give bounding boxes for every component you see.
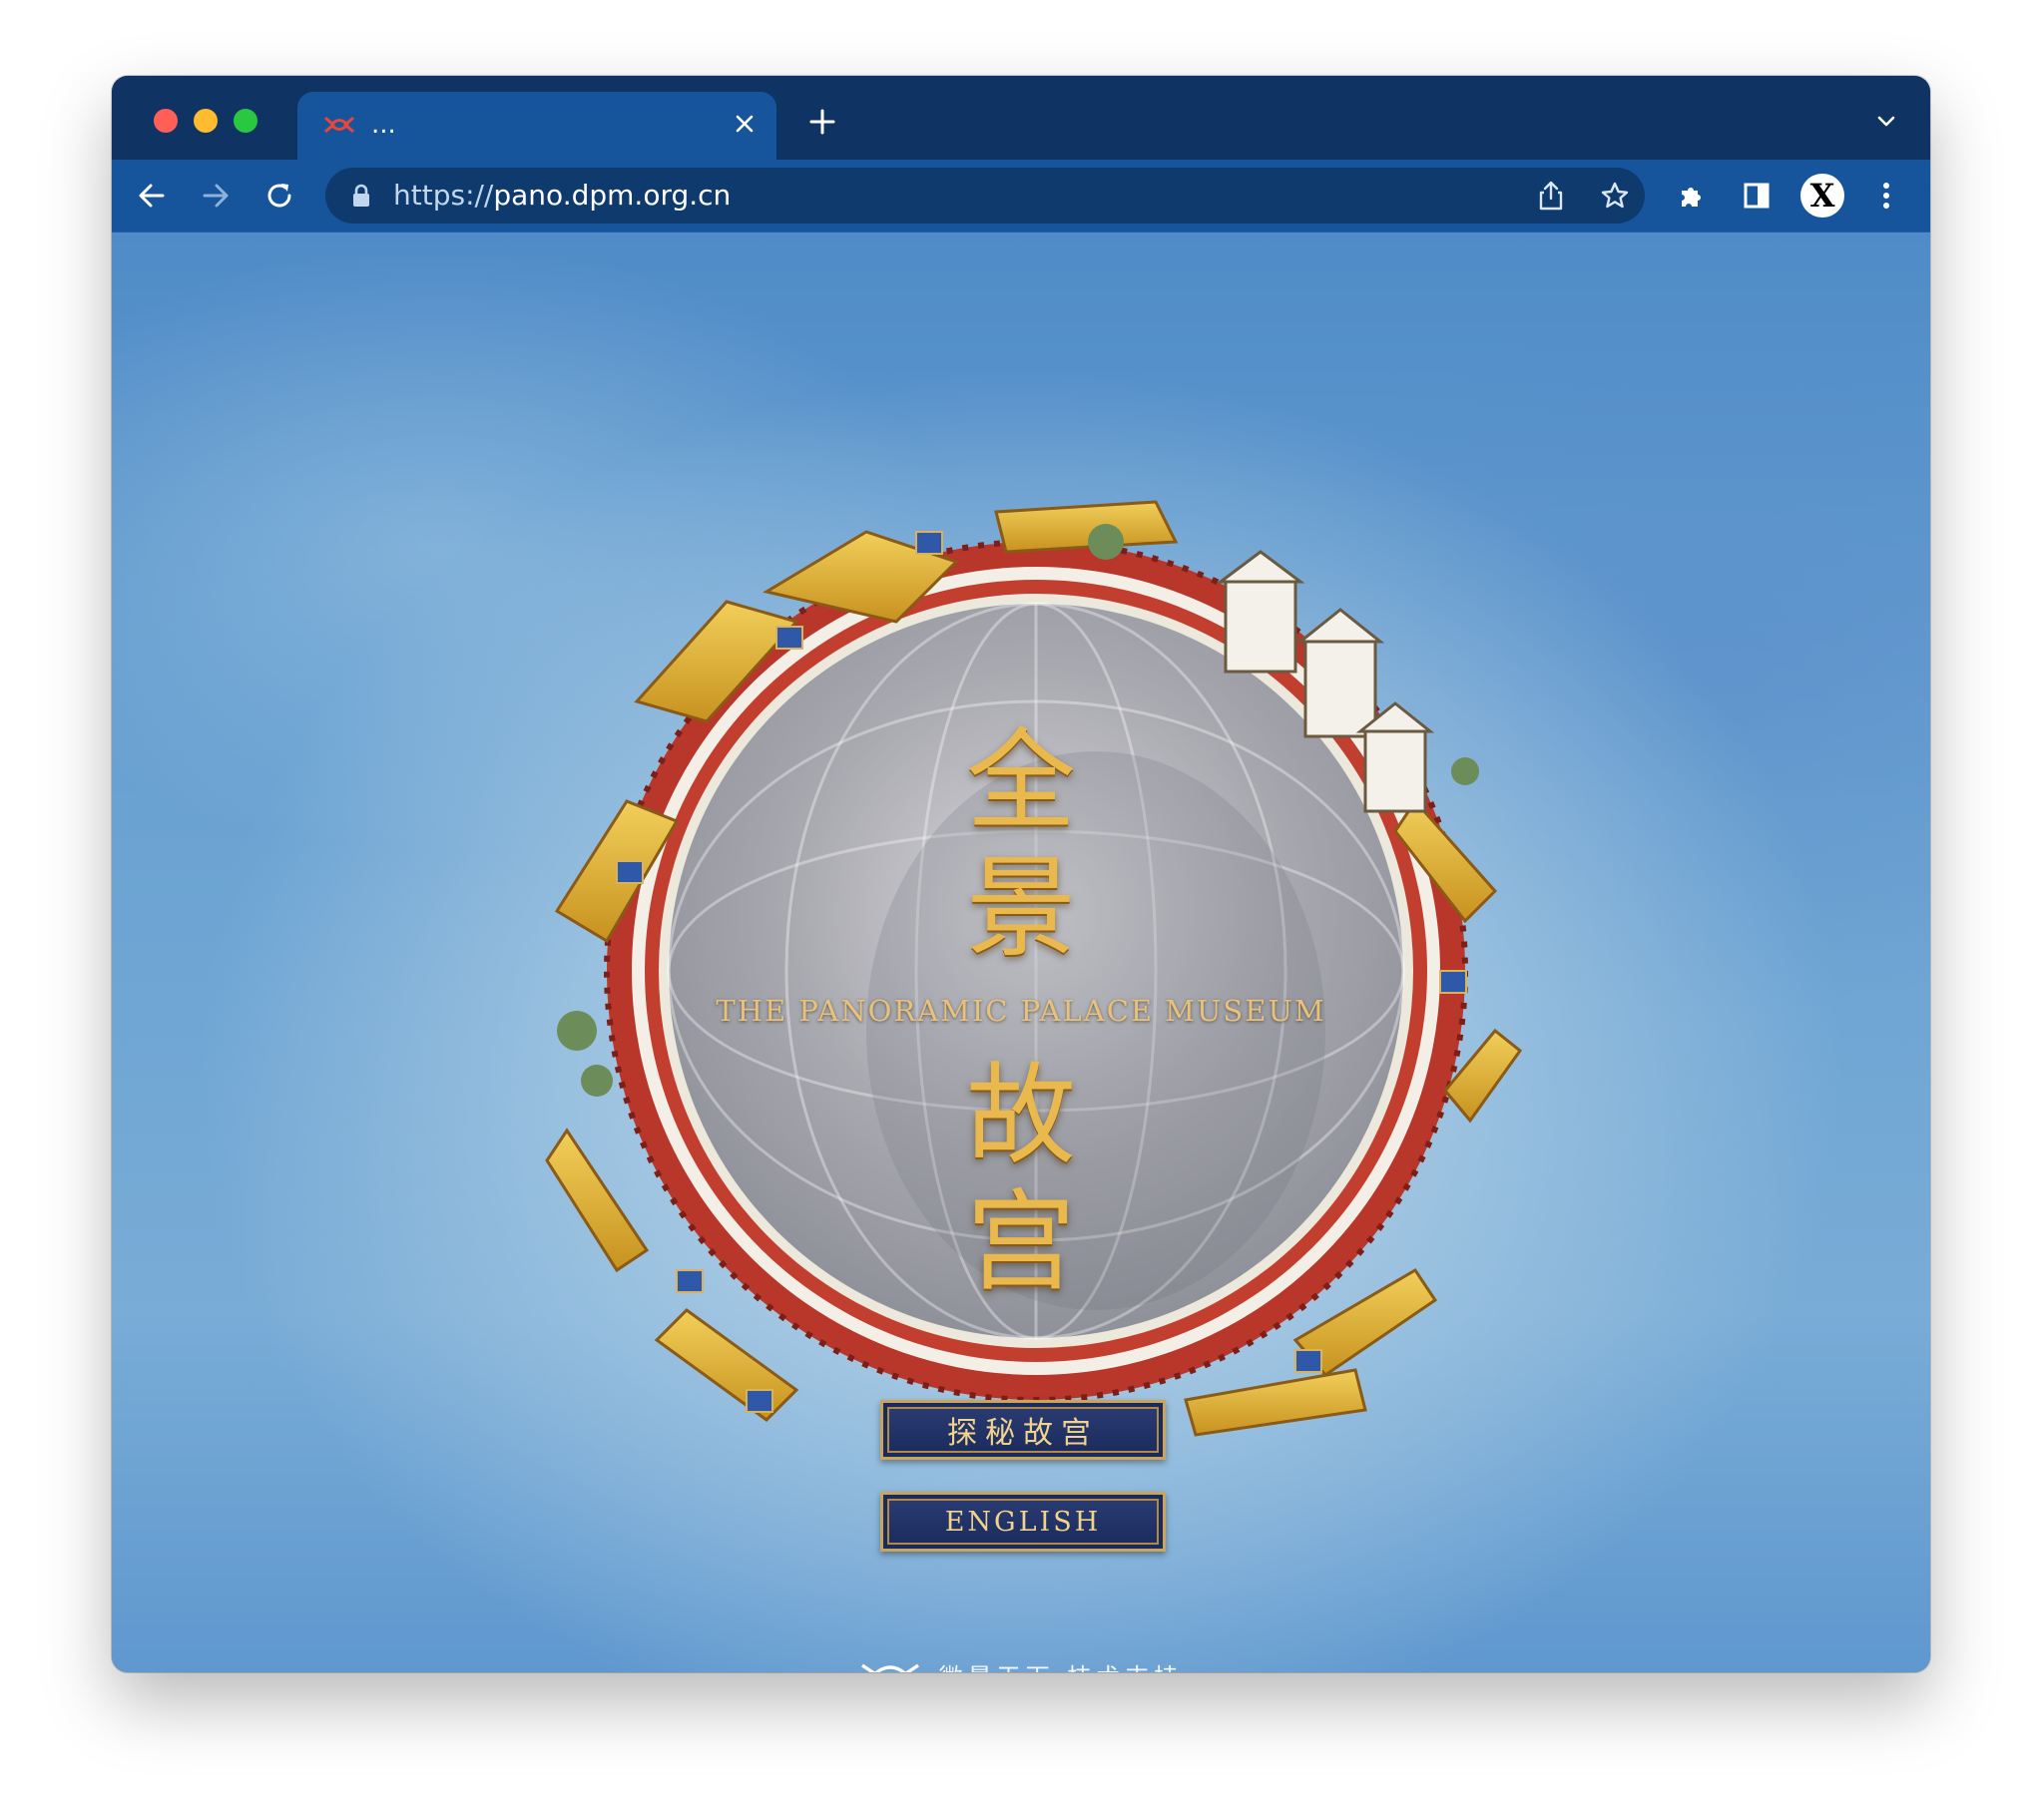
minimize-window-button[interactable] bbox=[194, 109, 218, 133]
tab-search-button[interactable] bbox=[1870, 106, 1902, 138]
page-content: 全 景 THE PANORAMIC PALACE MUSEUM 故 宫 探秘故宫… bbox=[112, 232, 1930, 1672]
title-char-4: 宫 bbox=[966, 1178, 1076, 1306]
close-icon bbox=[736, 115, 754, 133]
extensions-button[interactable] bbox=[1669, 172, 1717, 220]
tab-title: ... bbox=[371, 110, 396, 140]
forward-button[interactable] bbox=[192, 172, 240, 220]
title-char-3: 故 bbox=[966, 1052, 1076, 1179]
title-char-2: 景 bbox=[966, 844, 1076, 972]
profile-avatar[interactable]: X bbox=[1800, 174, 1844, 218]
close-window-button[interactable] bbox=[154, 109, 178, 133]
url-host: pano.dpm.org.cn bbox=[493, 179, 732, 212]
kebab-menu-icon bbox=[1883, 183, 1889, 209]
browser-toolbar: https://pano.dpm.org.cn X bbox=[112, 160, 1930, 232]
lock-icon bbox=[353, 184, 369, 207]
arrow-right-icon bbox=[203, 184, 229, 208]
side-panel-button[interactable] bbox=[1733, 172, 1781, 220]
star-icon bbox=[1601, 182, 1629, 209]
vizen-logo-icon bbox=[860, 1663, 919, 1672]
browser-menu-button[interactable] bbox=[1862, 172, 1910, 220]
reload-button[interactable] bbox=[255, 172, 303, 220]
title-char-1: 全 bbox=[966, 717, 1076, 845]
share-icon bbox=[1539, 181, 1563, 211]
maximize-window-button[interactable] bbox=[234, 109, 257, 133]
page-subtitle: THE PANORAMIC PALACE MUSEUM bbox=[716, 994, 1326, 1028]
address-bar[interactable]: https://pano.dpm.org.cn bbox=[325, 168, 1645, 224]
new-tab-button[interactable] bbox=[800, 100, 844, 144]
chevron-down-icon bbox=[1877, 116, 1895, 127]
back-button[interactable] bbox=[128, 172, 176, 220]
arrow-left-icon bbox=[139, 184, 165, 208]
browser-window: ... https://pano.dpm.org.cn X 全 景 THE PA… bbox=[112, 76, 1930, 1672]
url-scheme: https:// bbox=[393, 179, 494, 212]
footer-credit: 微景天下 技术支持 bbox=[112, 1657, 1930, 1672]
reload-icon bbox=[267, 184, 291, 208]
english-button[interactable]: ENGLISH bbox=[880, 1492, 1166, 1552]
side-panel-icon bbox=[1744, 183, 1770, 209]
tab-close-button[interactable] bbox=[727, 106, 763, 142]
explore-palace-button[interactable]: 探秘故宫 bbox=[880, 1400, 1166, 1460]
tab-strip: ... bbox=[112, 76, 1930, 160]
vizen-logo-icon bbox=[324, 116, 354, 134]
share-button[interactable] bbox=[1531, 176, 1571, 216]
puzzle-icon bbox=[1682, 188, 1701, 207]
plus-icon bbox=[809, 109, 835, 135]
footer-text: 微景天下 技术支持 bbox=[939, 1657, 1184, 1672]
url-text: https://pano.dpm.org.cn bbox=[393, 181, 731, 211]
bookmark-button[interactable] bbox=[1595, 176, 1635, 216]
tab-active[interactable]: ... bbox=[297, 92, 776, 160]
